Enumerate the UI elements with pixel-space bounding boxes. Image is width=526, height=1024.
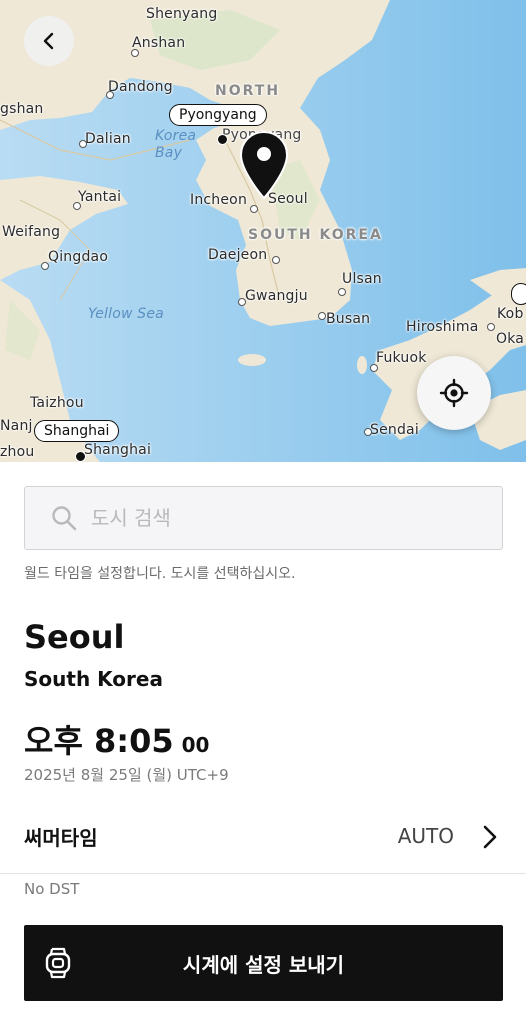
map-label-dandong: Dandong [108, 79, 173, 95]
send-to-watch-button[interactable]: 시계에 설정 보내기 [24, 925, 503, 1001]
map-label-anshan: Anshan [132, 35, 186, 51]
current-location-button[interactable] [417, 356, 491, 430]
send-to-watch-label: 시계에 설정 보내기 [182, 952, 345, 977]
city-dot [131, 49, 139, 57]
crosshair-location-icon [439, 378, 469, 408]
map-label-weifang: Weifang [2, 224, 61, 240]
map-view[interactable]: Shenyang Anshan Dandong NORTH gshan Dali… [0, 0, 526, 462]
map-label-gwangju: Gwangju [245, 288, 308, 304]
city-dot [370, 364, 378, 372]
map-label-qingdao: Qingdao [48, 249, 109, 265]
map-label-sendai: Sendai [370, 422, 419, 438]
selected-city-name: Seoul [24, 618, 125, 656]
dst-value: AUTO [397, 824, 454, 848]
map-label-north: NORTH [215, 83, 281, 99]
map-label-korea-bay: Korea Bay [155, 128, 197, 161]
map-label-daejeon: Daejeon [208, 247, 268, 263]
city-dot [41, 262, 49, 270]
map-label-taizhou: Taizhou [30, 395, 84, 411]
map-label-ulsan: Ulsan [342, 271, 382, 287]
map-label-oka: Oka [496, 331, 525, 347]
chevron-left-icon [43, 32, 54, 50]
search-box[interactable] [24, 486, 503, 550]
shanghai-dot [75, 451, 86, 462]
city-dot [73, 202, 81, 210]
city-dot [272, 256, 280, 264]
dst-label: 써머타임 [24, 826, 98, 850]
map-label-yantai: Yantai [78, 189, 122, 205]
map-label-shenyang: Shenyang [146, 6, 218, 22]
city-dot [338, 288, 346, 296]
map-label-nanj: Nanj [0, 418, 33, 434]
back-button[interactable] [24, 16, 74, 66]
time-hours-minutes: 오후 8:05 [24, 722, 174, 760]
map-pin-icon [239, 130, 289, 200]
city-dot [106, 91, 114, 99]
city-dot [79, 140, 87, 148]
city-dot [364, 428, 372, 436]
pyongyang-dot [217, 134, 228, 145]
city-search-input[interactable] [91, 506, 451, 530]
city-dot [318, 312, 326, 320]
map-label-dalian: Dalian [85, 131, 131, 147]
map-label-fukuoka: Fukuok [376, 350, 427, 366]
current-time: 오후 8:05 00 [24, 716, 209, 762]
map-label-zhou: zhou [0, 444, 35, 460]
search-hint: 월드 타임을 설정합니다. 도시를 선택하십시오. [24, 566, 296, 582]
map-label-yellow-sea: Yellow Sea [88, 306, 164, 322]
map-label-south-korea: SOUTH KOREA [248, 227, 383, 243]
selected-country-name: South Korea [24, 667, 163, 691]
city-dot [250, 205, 258, 213]
chevron-right-icon [483, 825, 497, 849]
map-label-gshan: gshan [0, 101, 44, 117]
map-label-shanghai-under: Shanghai [84, 442, 152, 458]
map-label-hiroshima: Hiroshima [406, 319, 479, 335]
dst-note: No DST [24, 880, 80, 898]
map-label-kob: Kob [497, 306, 524, 322]
search-icon [52, 506, 77, 531]
time-seconds: 00 [181, 733, 210, 757]
date-and-utc-offset: 2025년 8월 25일 (월) UTC+9 [24, 766, 229, 784]
map-pill-pyongyang[interactable]: Pyongyang [169, 104, 267, 126]
map-pill-shanghai[interactable]: Shanghai [34, 420, 120, 442]
smartwatch-icon [45, 947, 71, 979]
map-label-busan: Busan [326, 311, 371, 327]
city-dot [487, 323, 495, 331]
city-dot [238, 298, 246, 306]
map-pill-partial[interactable] [511, 283, 526, 305]
dst-setting-row[interactable]: 써머타임 AUTO [0, 800, 526, 874]
